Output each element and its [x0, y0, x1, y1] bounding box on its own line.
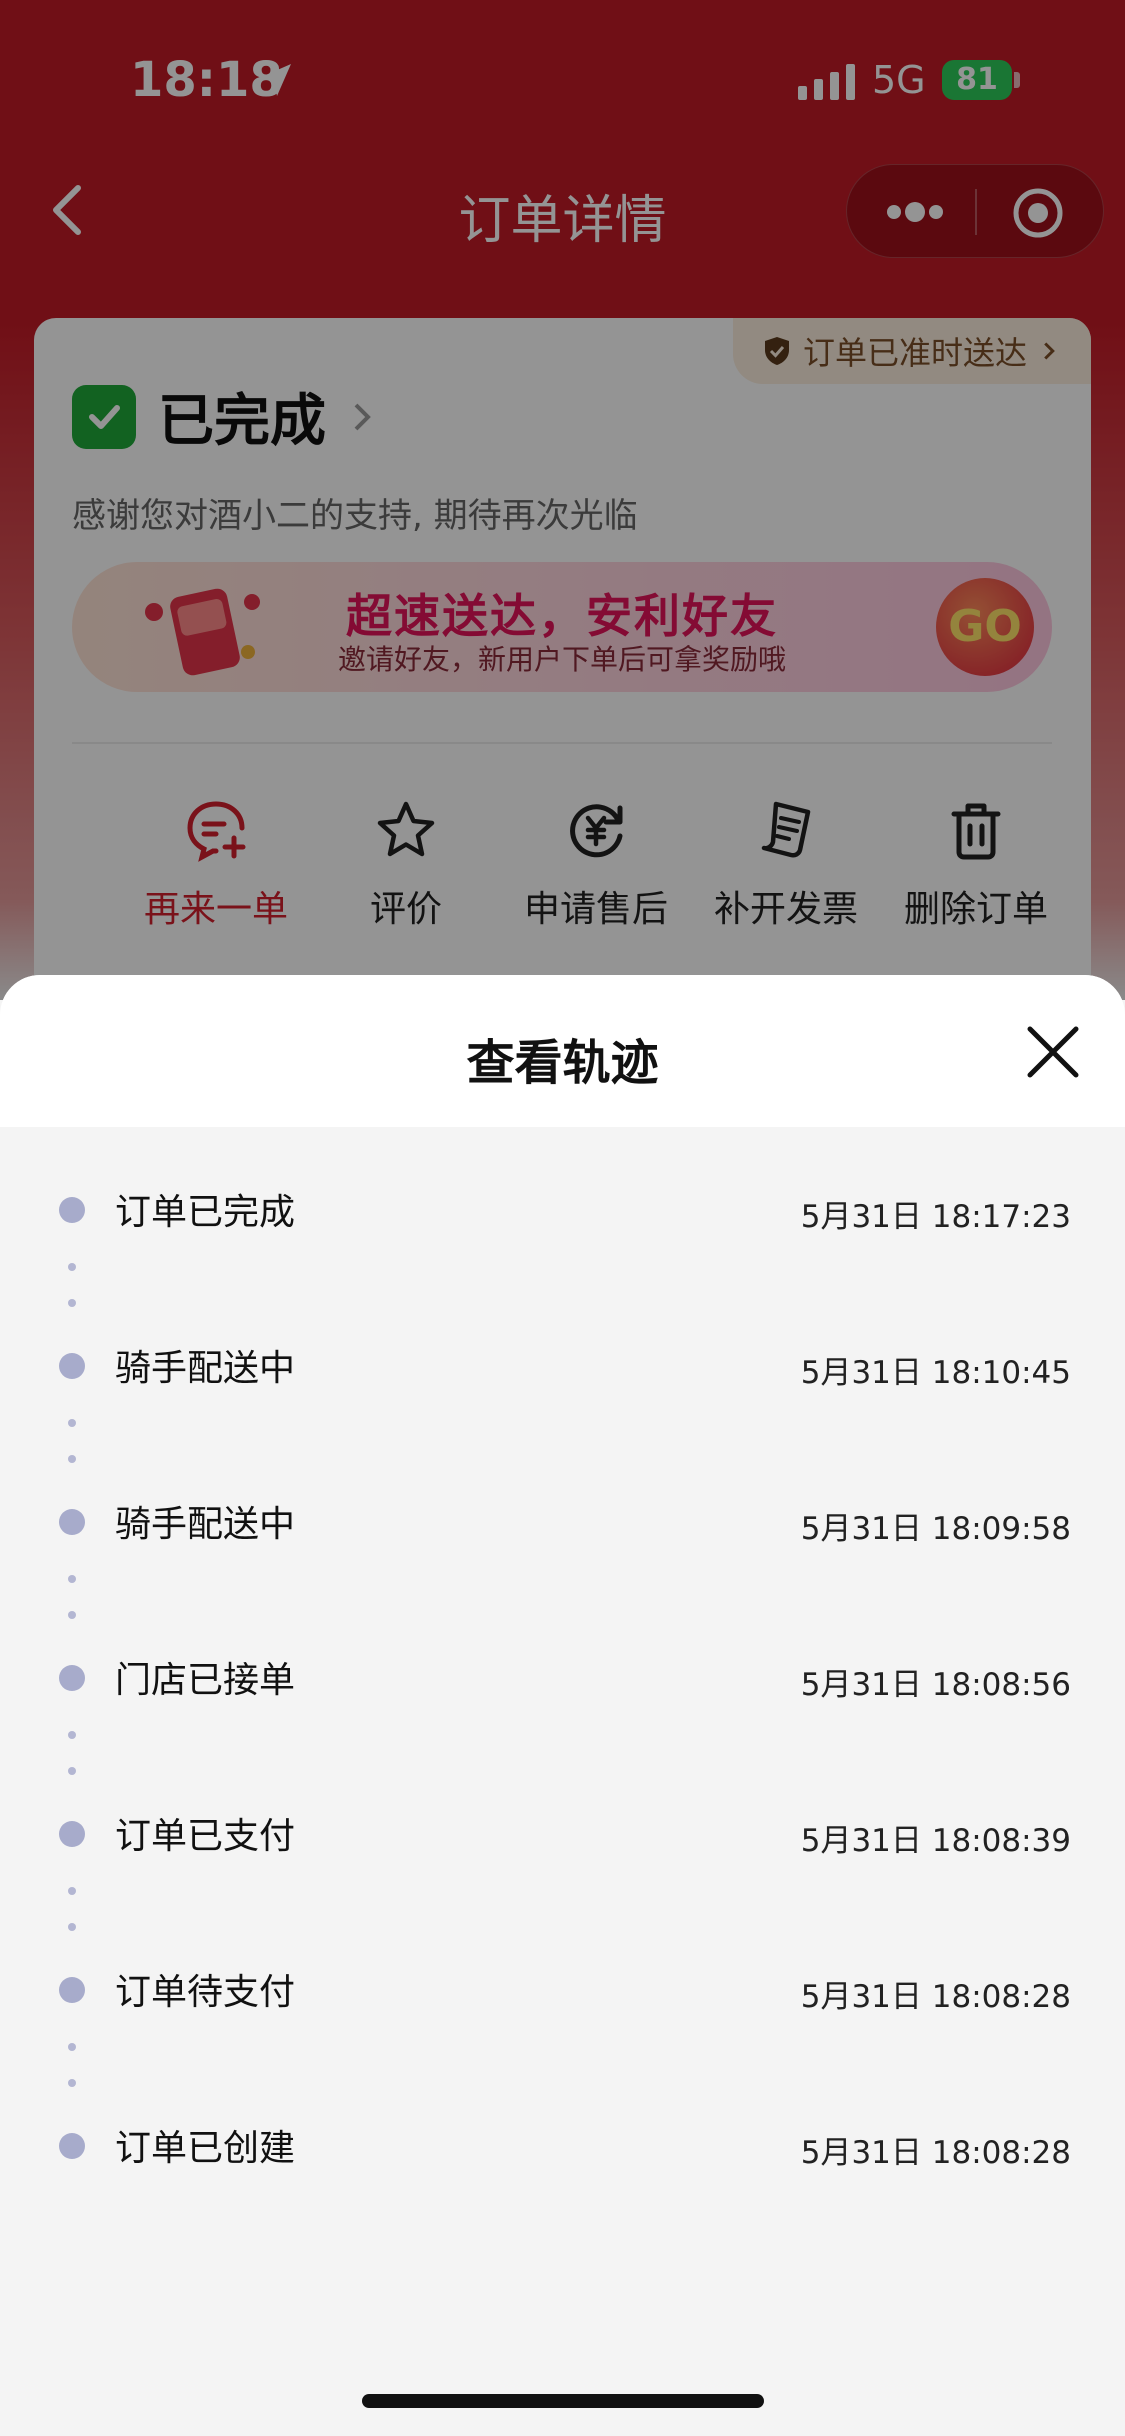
track-sheet: 查看轨迹 订单已完成 5月31日 18:17:23 骑手配送中 5月31日 18… [0, 975, 1125, 2436]
timeline-dot [59, 1353, 85, 1379]
sheet-title: 查看轨迹 [466, 1035, 659, 1091]
event-time: 5月31日 18:09:58 [800, 1511, 1071, 1547]
event-time: 5月31日 18:17:23 [800, 1199, 1071, 1235]
timeline-item: 门店已接单 5月31日 18:08:56 [0, 1595, 1125, 1775]
timeline-dot [59, 1977, 85, 2003]
event-time: 5月31日 18:10:45 [800, 1355, 1071, 1391]
timeline-item: 骑手配送中 5月31日 18:10:45 [0, 1283, 1125, 1463]
timeline-dot [59, 2133, 85, 2159]
event-label: 骑手配送中 [115, 1348, 296, 1389]
event-label: 订单待支付 [115, 1972, 296, 2013]
home-indicator[interactable] [362, 2394, 764, 2408]
modal-overlay[interactable] [0, 0, 1125, 1000]
event-label: 订单已支付 [115, 1816, 296, 1857]
timeline-item: 订单待支付 5月31日 18:08:28 [0, 1907, 1125, 2087]
event-time: 5月31日 18:08:28 [800, 1979, 1071, 2015]
event-label: 订单已完成 [115, 1192, 296, 1233]
close-icon[interactable] [1024, 1023, 1082, 1081]
event-label: 订单已创建 [115, 2128, 296, 2169]
event-label: 门店已接单 [115, 1660, 296, 1701]
timeline-dot [59, 1665, 85, 1691]
timeline-dot [59, 1197, 85, 1223]
timeline-item: 订单已创建 5月31日 18:08:28 [0, 2063, 1125, 2219]
timeline-dot [59, 1509, 85, 1535]
event-time: 5月31日 18:08:28 [800, 2135, 1071, 2171]
timeline-item: 骑手配送中 5月31日 18:09:58 [0, 1439, 1125, 1619]
timeline-item: 订单已支付 5月31日 18:08:39 [0, 1751, 1125, 1931]
event-label: 骑手配送中 [115, 1504, 296, 1545]
timeline-dot [59, 1821, 85, 1847]
sheet-header: 查看轨迹 [0, 975, 1125, 1127]
event-time: 5月31日 18:08:39 [800, 1823, 1071, 1859]
timeline-item: 订单已完成 5月31日 18:17:23 [0, 1127, 1125, 1307]
event-time: 5月31日 18:08:56 [800, 1667, 1071, 1703]
order-timeline: 订单已完成 5月31日 18:17:23 骑手配送中 5月31日 18:10:4… [0, 1127, 1125, 2219]
